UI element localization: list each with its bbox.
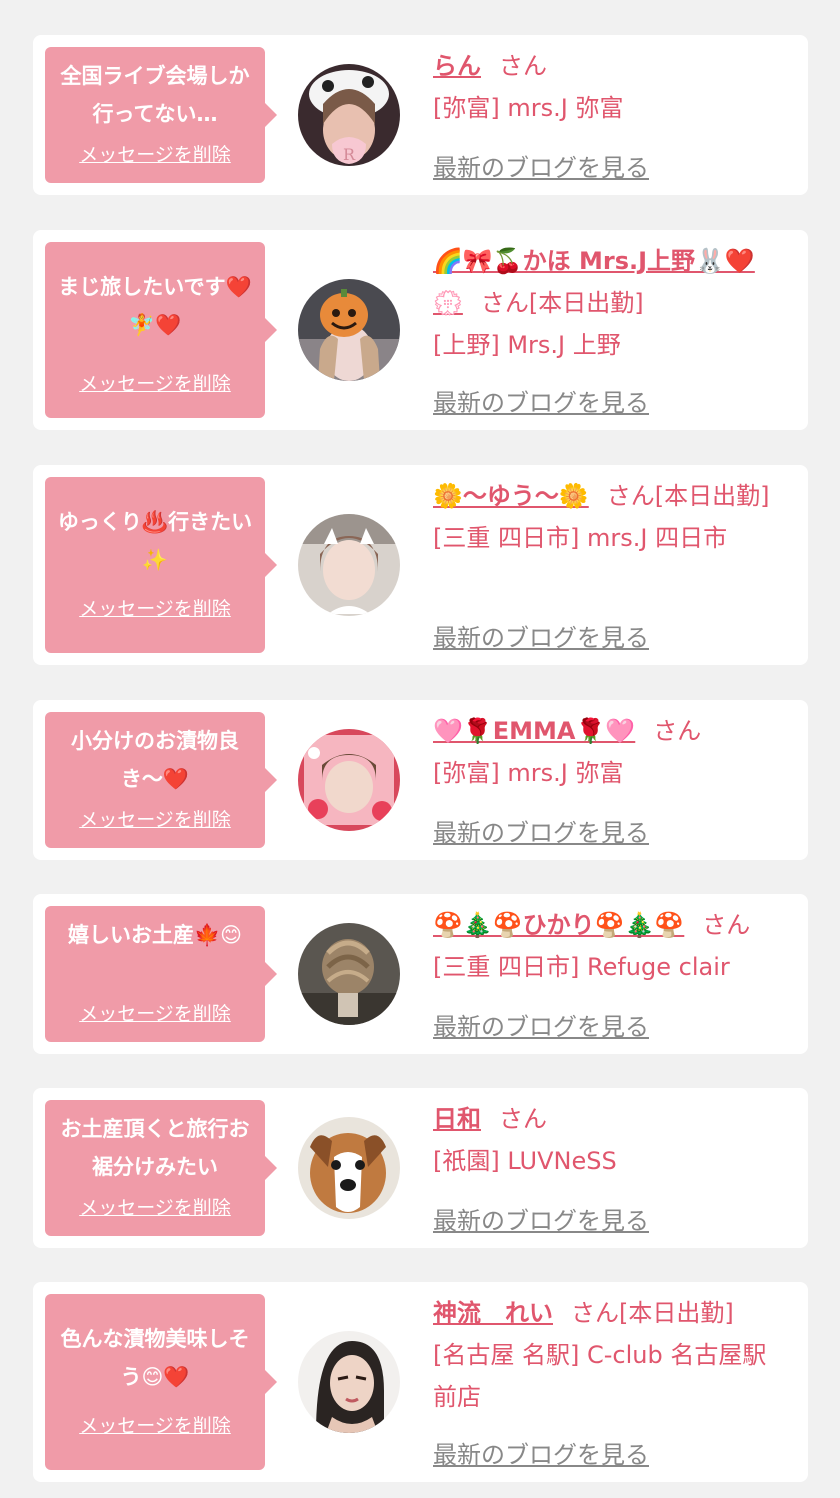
- message-card: ゆっくり♨️行きたい✨ メッセージを削除 🌼〜ゆう〜🌼 さん[本日出勤] [三重 …: [33, 465, 808, 665]
- sender-info: 🌈🎀🍒かほ Mrs.J上野🐰❤️💮 さん[本日出勤] [上野] Mrs.J 上野: [433, 240, 784, 366]
- shop-name: [祇園] LUVNeSS: [433, 1147, 617, 1175]
- shop-name: [弥富] mrs.J 弥富: [433, 94, 624, 122]
- message-card: 色んな漬物美味しそう😊❤️ メッセージを削除 神流 れい さん[本日出勤] [名古…: [33, 1282, 808, 1482]
- avatar[interactable]: [298, 1117, 400, 1219]
- sender-suffix: さん: [499, 1105, 547, 1133]
- message-bubble: ゆっくり♨️行きたい✨ メッセージを削除: [45, 477, 277, 653]
- sender-suffix: さん: [702, 911, 751, 939]
- sender-name-link[interactable]: 日和: [433, 1105, 481, 1133]
- message-text: 色んな漬物美味しそう😊❤️: [60, 1327, 250, 1389]
- message-bubble: お土産頂くと旅行お裾分けみたい メッセージを削除: [45, 1100, 277, 1236]
- sender-name-link[interactable]: 🩷🌹EMMA🌹🩷: [433, 717, 635, 745]
- sender-suffix: さん: [499, 52, 547, 80]
- message-card: 全国ライブ会場しか行ってない… メッセージを削除 R らん さん [弥富] mrs…: [33, 35, 808, 195]
- message-text: 小分けのお漬物良き〜❤️: [71, 729, 239, 791]
- delete-message-link[interactable]: メッセージを削除: [45, 140, 265, 167]
- message-card: お土産頂くと旅行お裾分けみたい メッセージを削除 日和 さん [祇園] LUVNe…: [33, 1088, 808, 1248]
- sender-info: 神流 れい さん[本日出勤] [名古屋 名駅] C-club 名古屋駅前店: [433, 1292, 784, 1418]
- shop-name: [三重 四日市] mrs.J 四日市: [433, 524, 728, 552]
- sender-suffix: さん[本日出勤]: [480, 289, 644, 317]
- shop-name: [上野] Mrs.J 上野: [433, 331, 621, 359]
- latest-blog-link[interactable]: 最新のブログを見る: [433, 1201, 649, 1236]
- sender-name-link[interactable]: らん: [433, 52, 481, 80]
- sender-suffix: さん: [653, 717, 702, 745]
- sender-info: 日和 さん [祇園] LUVNeSS: [433, 1098, 784, 1182]
- avatar[interactable]: [298, 729, 400, 831]
- delete-message-link[interactable]: メッセージを削除: [45, 999, 265, 1026]
- avatar[interactable]: [298, 514, 400, 616]
- sender-name-link[interactable]: 🍄🎄🍄ひかり🍄🎄🍄: [433, 911, 684, 939]
- delete-message-link[interactable]: メッセージを削除: [45, 369, 265, 396]
- message-text: ゆっくり♨️行きたい✨: [57, 510, 253, 572]
- sender-info: らん さん [弥富] mrs.J 弥富: [433, 45, 784, 129]
- sender-info: 🩷🌹EMMA🌹🩷 さん [弥富] mrs.J 弥富: [433, 710, 784, 794]
- avatar[interactable]: [298, 279, 400, 381]
- message-card: 嬉しいお土産🍁😊 メッセージを削除 🍄🎄🍄ひかり🍄🎄🍄 さん [三重 四日市] R…: [33, 894, 808, 1054]
- sender-name-link[interactable]: 🌼〜ゆう〜🌼: [433, 482, 589, 510]
- message-card: 小分けのお漬物良き〜❤️ メッセージを削除 🩷🌹EMMA🌹🩷 さん [弥富] mr…: [33, 700, 808, 860]
- shop-name: [弥富] mrs.J 弥富: [433, 759, 624, 787]
- sender-info: 🍄🎄🍄ひかり🍄🎄🍄 さん [三重 四日市] Refuge clair: [433, 904, 784, 988]
- latest-blog-link[interactable]: 最新のブログを見る: [433, 148, 649, 183]
- delete-message-link[interactable]: メッセージを削除: [45, 1411, 265, 1438]
- message-bubble: 小分けのお漬物良き〜❤️ メッセージを削除: [45, 712, 277, 848]
- shop-name: [三重 四日市] Refuge clair: [433, 953, 730, 981]
- delete-message-link[interactable]: メッセージを削除: [45, 594, 265, 621]
- shop-name: [名古屋 名駅] C-club 名古屋駅前店: [433, 1341, 767, 1411]
- message-bubble: まじ旅したいです❤️🧚❤️ メッセージを削除: [45, 242, 277, 418]
- latest-blog-link[interactable]: 最新のブログを見る: [433, 1435, 649, 1470]
- message-text: お土産頂くと旅行お裾分けみたい: [60, 1117, 250, 1179]
- delete-message-link[interactable]: メッセージを削除: [45, 805, 265, 832]
- message-text: まじ旅したいです❤️🧚❤️: [58, 275, 252, 337]
- message-text: 全国ライブ会場しか行ってない…: [60, 64, 250, 126]
- latest-blog-link[interactable]: 最新のブログを見る: [433, 618, 649, 653]
- avatar[interactable]: [298, 1331, 400, 1433]
- message-text: 嬉しいお土産🍁😊: [67, 923, 243, 947]
- latest-blog-link[interactable]: 最新のブログを見る: [433, 1007, 649, 1042]
- message-bubble: 色んな漬物美味しそう😊❤️ メッセージを削除: [45, 1294, 277, 1470]
- sender-info: 🌼〜ゆう〜🌼 さん[本日出勤] [三重 四日市] mrs.J 四日市: [433, 475, 784, 559]
- latest-blog-link[interactable]: 最新のブログを見る: [433, 813, 649, 848]
- sender-suffix: さん[本日出勤]: [606, 482, 770, 510]
- message-bubble: 嬉しいお土産🍁😊 メッセージを削除: [45, 906, 277, 1042]
- sender-suffix: さん[本日出勤]: [571, 1299, 734, 1327]
- svg-text:R: R: [343, 145, 356, 164]
- message-card: まじ旅したいです❤️🧚❤️ メッセージを削除 🌈🎀🍒かほ Mrs.J上野🐰❤️💮…: [33, 230, 808, 430]
- avatar[interactable]: R: [298, 64, 400, 166]
- avatar[interactable]: [298, 923, 400, 1025]
- sender-name-link[interactable]: 神流 れい: [433, 1299, 553, 1327]
- delete-message-link[interactable]: メッセージを削除: [45, 1193, 265, 1220]
- message-bubble: 全国ライブ会場しか行ってない… メッセージを削除: [45, 47, 277, 183]
- latest-blog-link[interactable]: 最新のブログを見る: [433, 383, 649, 418]
